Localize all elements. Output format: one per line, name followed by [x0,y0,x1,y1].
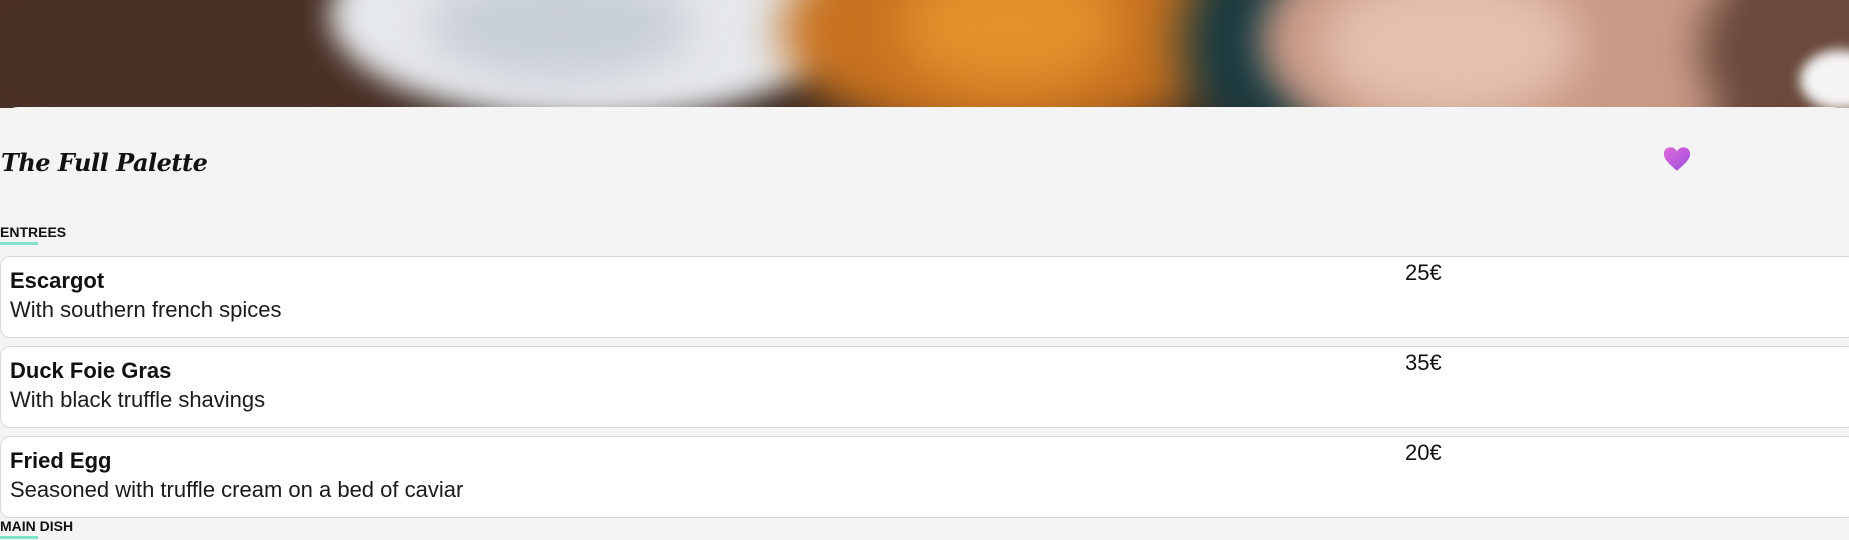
item-name: Duck Foie Gras [10,358,172,383]
hero-photo [0,0,1849,108]
item-description: With black truffle shavings [10,387,266,412]
section-underline [0,536,38,539]
item-price: 25€ [1405,260,1442,285]
section-underline [0,242,38,245]
item-price: 20€ [1405,440,1442,465]
section-title-main-dish: MAIN DISH [0,518,74,534]
item-price: 35€ [1405,350,1442,375]
restaurant-title: The Full Palette [1,148,208,177]
item-description: Seasoned with truffle cream on a bed of … [10,477,464,502]
item-name: Fried Egg [10,448,112,473]
section-title-entrees: ENTREES [0,224,67,240]
item-name: Escargot [10,268,105,293]
menu-item-card[interactable]: Duck Foie Gras With black truffle shavin… [0,346,1849,428]
item-description: With southern french spices [10,297,282,322]
menu-item-card[interactable]: Escargot With southern french spices 25€ [0,256,1849,338]
menu-item-card[interactable]: Fried Egg Seasoned with truffle cream on… [0,436,1849,518]
heart-icon[interactable] [1663,146,1691,172]
menu-page: The Full Palette ENTREES Escargot With s… [0,0,1849,540]
